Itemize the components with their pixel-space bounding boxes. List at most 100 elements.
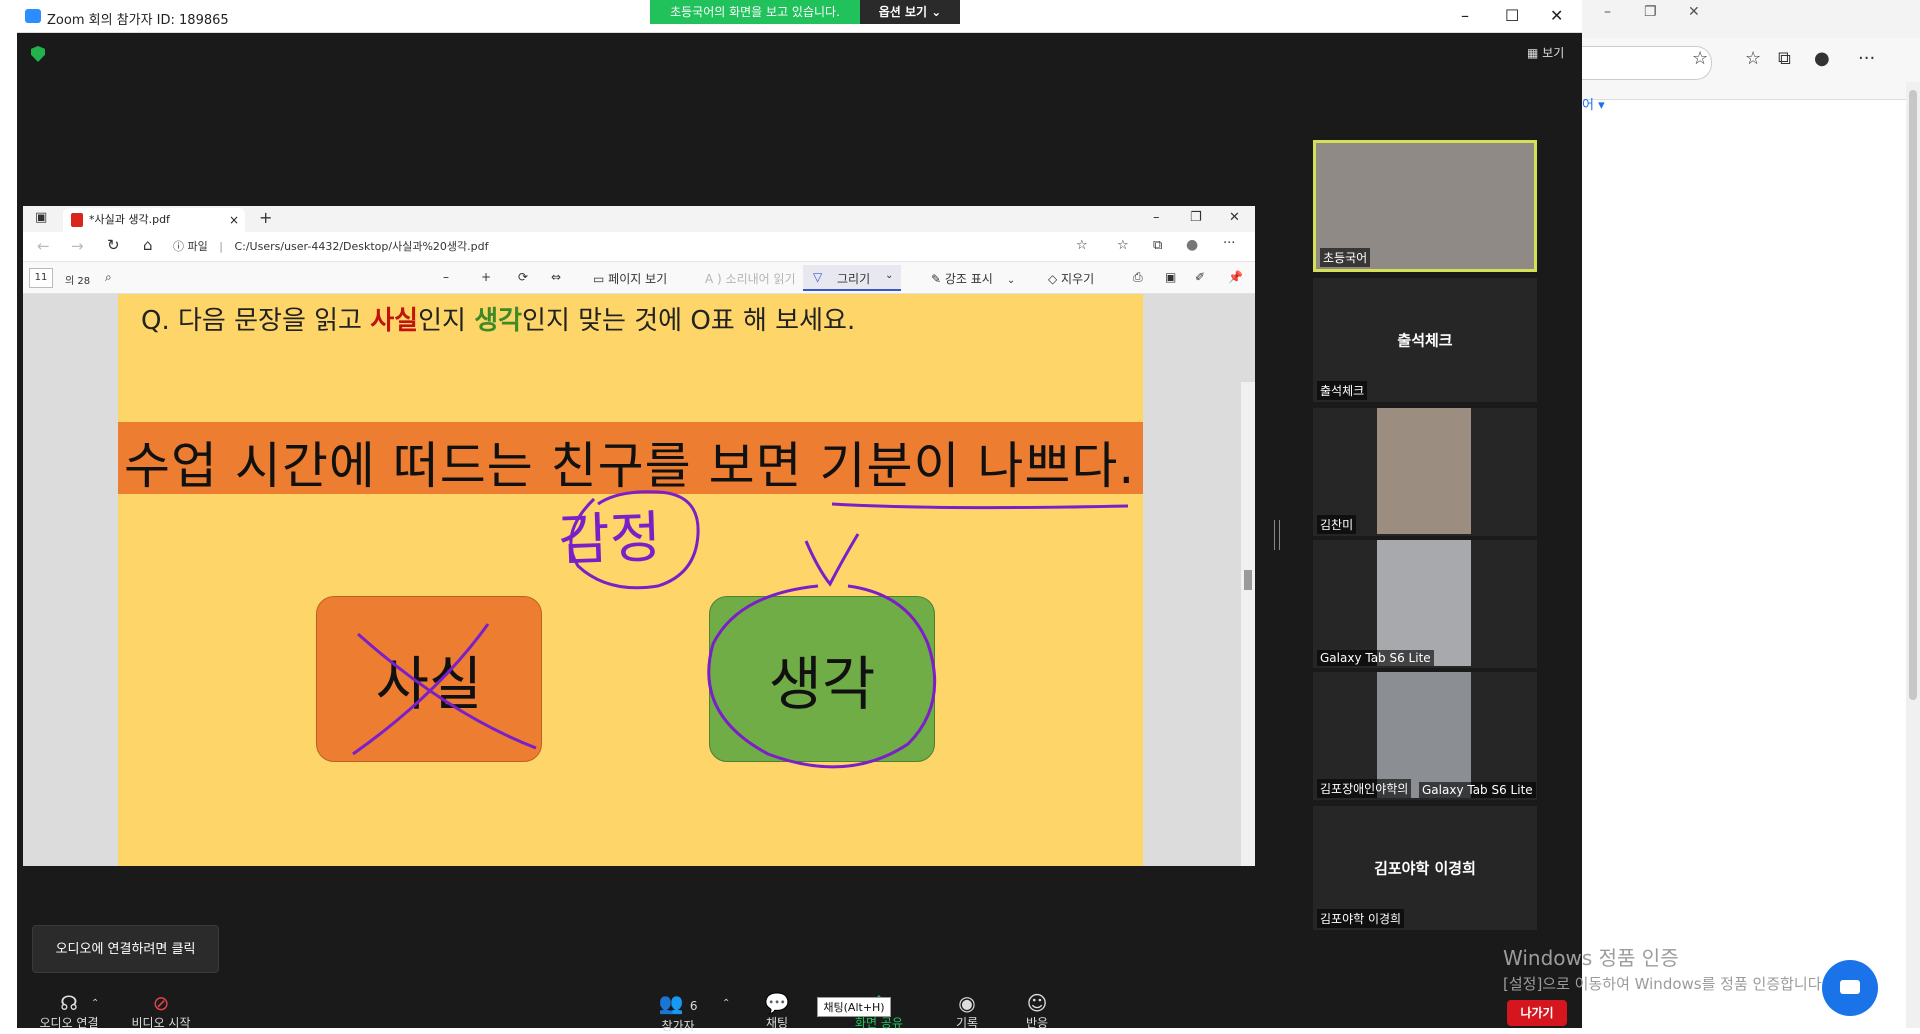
underline-stroke <box>831 502 1129 510</box>
participant-tile[interactable]: Galaxy Tab S6 Lite <box>1313 540 1537 668</box>
sentence-band: 수업 시간에 떠드는 친구를 보면 기분이 나쁘다. <box>118 422 1143 495</box>
scrollbar-thumb[interactable] <box>1244 570 1252 590</box>
maximize-icon[interactable]: ☐ <box>1505 6 1519 25</box>
forward-icon[interactable]: → <box>71 237 84 255</box>
video-button[interactable]: ⊘ 비디오 시작 <box>121 992 201 1031</box>
question-suffix: 인지 맞는 것에 O표 해 보세요. <box>522 306 856 336</box>
profile-avatar-icon[interactable]: ● <box>1186 237 1198 253</box>
tab-actions-icon[interactable]: ▣ <box>35 210 47 225</box>
address-field[interactable]: ⓘ 파일 | C:/Users/user-4432/Desktop/사실과%20… <box>173 236 1093 258</box>
opinion-box: 생각 <box>709 596 935 762</box>
watermark-subtitle: [설정]으로 이동하여 Windows를 정품 인증합니다. <box>1503 975 1827 993</box>
page-view-button[interactable]: ▭ 페이지 보기 <box>593 270 667 287</box>
chat-bubble-icon[interactable] <box>1822 960 1878 1016</box>
view-button[interactable]: ▦ 보기 <box>1527 44 1564 61</box>
restore-icon[interactable]: ❐ <box>1644 4 1657 20</box>
favorite-star-icon[interactable]: ☆ <box>1692 48 1708 69</box>
favorites-icon[interactable]: ☆ <box>1117 238 1129 253</box>
highlight-label: 강조 표시 <box>944 272 993 286</box>
zoom-logo-icon <box>25 9 41 23</box>
save-icon[interactable]: ▣ <box>1165 270 1176 284</box>
file-path: C:/Users/user-4432/Desktop/사실과%20생각.pdf <box>234 240 489 253</box>
search-icon[interactable]: ⌕ <box>105 270 112 285</box>
read-aloud-button[interactable]: A ) 소리내어 읽기 <box>705 270 796 287</box>
file-label: 파일 <box>187 240 208 253</box>
pin-toolbar-icon[interactable]: 📌 <box>1228 270 1243 284</box>
zoom-in-icon[interactable]: + <box>481 270 491 284</box>
print-icon[interactable]: ⎙ <box>1133 270 1143 285</box>
page-total: 의 28 <box>65 276 91 287</box>
highlight-button[interactable]: ✎ 강조 표시 ⌄ <box>931 270 1015 287</box>
add-favorite-icon[interactable]: ☆ <box>1076 238 1088 253</box>
screen-share-banner: 초등국어의 화면을 보고 있습니다. <box>650 0 860 24</box>
refresh-icon[interactable]: ↻ <box>107 236 120 254</box>
fact-box: 사실 <box>316 596 542 762</box>
close-icon[interactable]: ✕ <box>1550 6 1563 25</box>
windows-activation-watermark: Windows 정품 인증 [설정]으로 이동하여 Windows를 정품 인증… <box>1503 942 1826 994</box>
highlight-icon: ✎ <box>931 272 945 286</box>
erase-button[interactable]: ◇ 지우기 <box>1048 270 1094 287</box>
participant-tile[interactable]: 초등국어 <box>1313 140 1537 272</box>
minimize-icon[interactable]: – <box>1461 6 1469 25</box>
participant-tile[interactable]: 출석체크 출석체크 <box>1313 278 1537 402</box>
participant-tile[interactable]: 김찬미 <box>1313 408 1537 536</box>
participant-name: 김포장애인야학의 <box>1317 779 1412 798</box>
close-icon[interactable]: ✕ <box>1688 4 1700 20</box>
collections-icon[interactable]: ⧉ <box>1153 238 1162 253</box>
shared-screen: ▣ *사실과 생각.pdf × + – ❐ ✕ ← → ↻ ⌂ ⓘ 파일 | C… <box>23 206 1255 866</box>
draw-button[interactable]: ▽ 그리기 ⌄ <box>803 265 901 291</box>
home-icon[interactable]: ⌂ <box>143 236 153 254</box>
close-icon[interactable]: ✕ <box>1229 210 1240 225</box>
participant-tile[interactable]: 김포장애인야학의 Galaxy Tab S6 Lite <box>1313 672 1537 800</box>
pdf-address-bar: ← → ↻ ⌂ ⓘ 파일 | C:/Users/user-4432/Deskto… <box>23 232 1255 262</box>
minimize-icon[interactable]: – <box>1153 210 1160 225</box>
save-as-icon[interactable]: ✐ <box>1195 270 1205 284</box>
participant-tile[interactable]: 김포야학 이경희 김포야학 이경희 <box>1313 806 1537 930</box>
page-link[interactable]: 어 ▾ <box>1582 94 1605 113</box>
grid-icon: ▦ <box>1527 46 1543 60</box>
back-icon[interactable]: ← <box>37 237 50 255</box>
reactions-button[interactable]: ☺ 반응 <box>1007 992 1067 1031</box>
chevron-down-icon: ⌄ <box>1006 275 1016 286</box>
splitter-handle[interactable] <box>1274 520 1280 550</box>
chevron-up-icon[interactable]: ⌃ <box>91 998 99 1009</box>
view-options-button[interactable]: 옵션 보기 ⌄ <box>860 0 960 24</box>
page-number-input[interactable]: 11 <box>29 268 53 288</box>
restore-icon[interactable]: ❐ <box>1190 210 1202 225</box>
chat-tooltip: 채팅(Alt+H) <box>817 997 891 1017</box>
tab-pdf[interactable]: *사실과 생각.pdf × <box>63 208 245 232</box>
pdf-scrollbar[interactable] <box>1241 382 1255 866</box>
record-button[interactable]: ◉ 기록 <box>937 992 997 1031</box>
shield-icon[interactable] <box>31 46 45 62</box>
favorites-icon[interactable]: ☆ <box>1745 48 1761 69</box>
eraser-icon: ◇ <box>1048 272 1062 286</box>
chevron-up-icon[interactable]: ⌃ <box>722 998 730 1009</box>
more-menu-icon[interactable]: ··· <box>1858 48 1875 69</box>
participant-name: 초등국어 <box>1320 248 1371 267</box>
collections-icon[interactable]: ⧉ <box>1778 48 1791 69</box>
zoom-window: Zoom 회의 참가자 ID: 189865 – ☐ ✕ 초등국어의 화면을 보… <box>17 0 1582 1033</box>
participants-icon: 👥 6 <box>658 991 698 1015</box>
read-aloud-icon: A ) <box>705 272 726 286</box>
profile-avatar-icon[interactable]: ● <box>1814 48 1830 69</box>
watermark-title: Windows 정품 인증 <box>1503 946 1679 970</box>
chat-button[interactable]: 💬 채팅 <box>739 992 815 1031</box>
zoom-out-icon[interactable]: – <box>443 270 449 284</box>
participant-name: 김포야학 이경희 <box>1317 909 1405 928</box>
minimize-icon[interactable]: – <box>1604 4 1611 20</box>
pdf-tabbar: ▣ *사실과 생각.pdf × + – ❐ ✕ <box>23 206 1255 232</box>
question-fact: 사실 <box>370 306 419 336</box>
scrollbar-thumb[interactable] <box>1909 90 1917 700</box>
question-opinion: 생각 <box>474 306 523 336</box>
more-menu-icon[interactable]: ··· <box>1223 236 1235 251</box>
fit-page-icon[interactable]: ⇔ <box>551 270 561 284</box>
rotate-icon[interactable]: ⟳ <box>518 270 528 284</box>
pdf-file-icon <box>71 213 83 227</box>
chevron-down-icon[interactable]: ⌄ <box>885 270 893 281</box>
close-tab-icon[interactable]: × <box>229 208 239 232</box>
page-scrollbar[interactable] <box>1906 82 1920 1028</box>
leave-button[interactable]: 나가기 <box>1507 1000 1567 1026</box>
participant-center-name: 김포야학 이경희 <box>1374 859 1476 878</box>
new-tab-button[interactable]: + <box>259 208 272 227</box>
pdf-page: Q. 다음 문장을 읽고 사실인지 생각인지 맞는 것에 O표 해 보세요. 수… <box>118 294 1143 866</box>
